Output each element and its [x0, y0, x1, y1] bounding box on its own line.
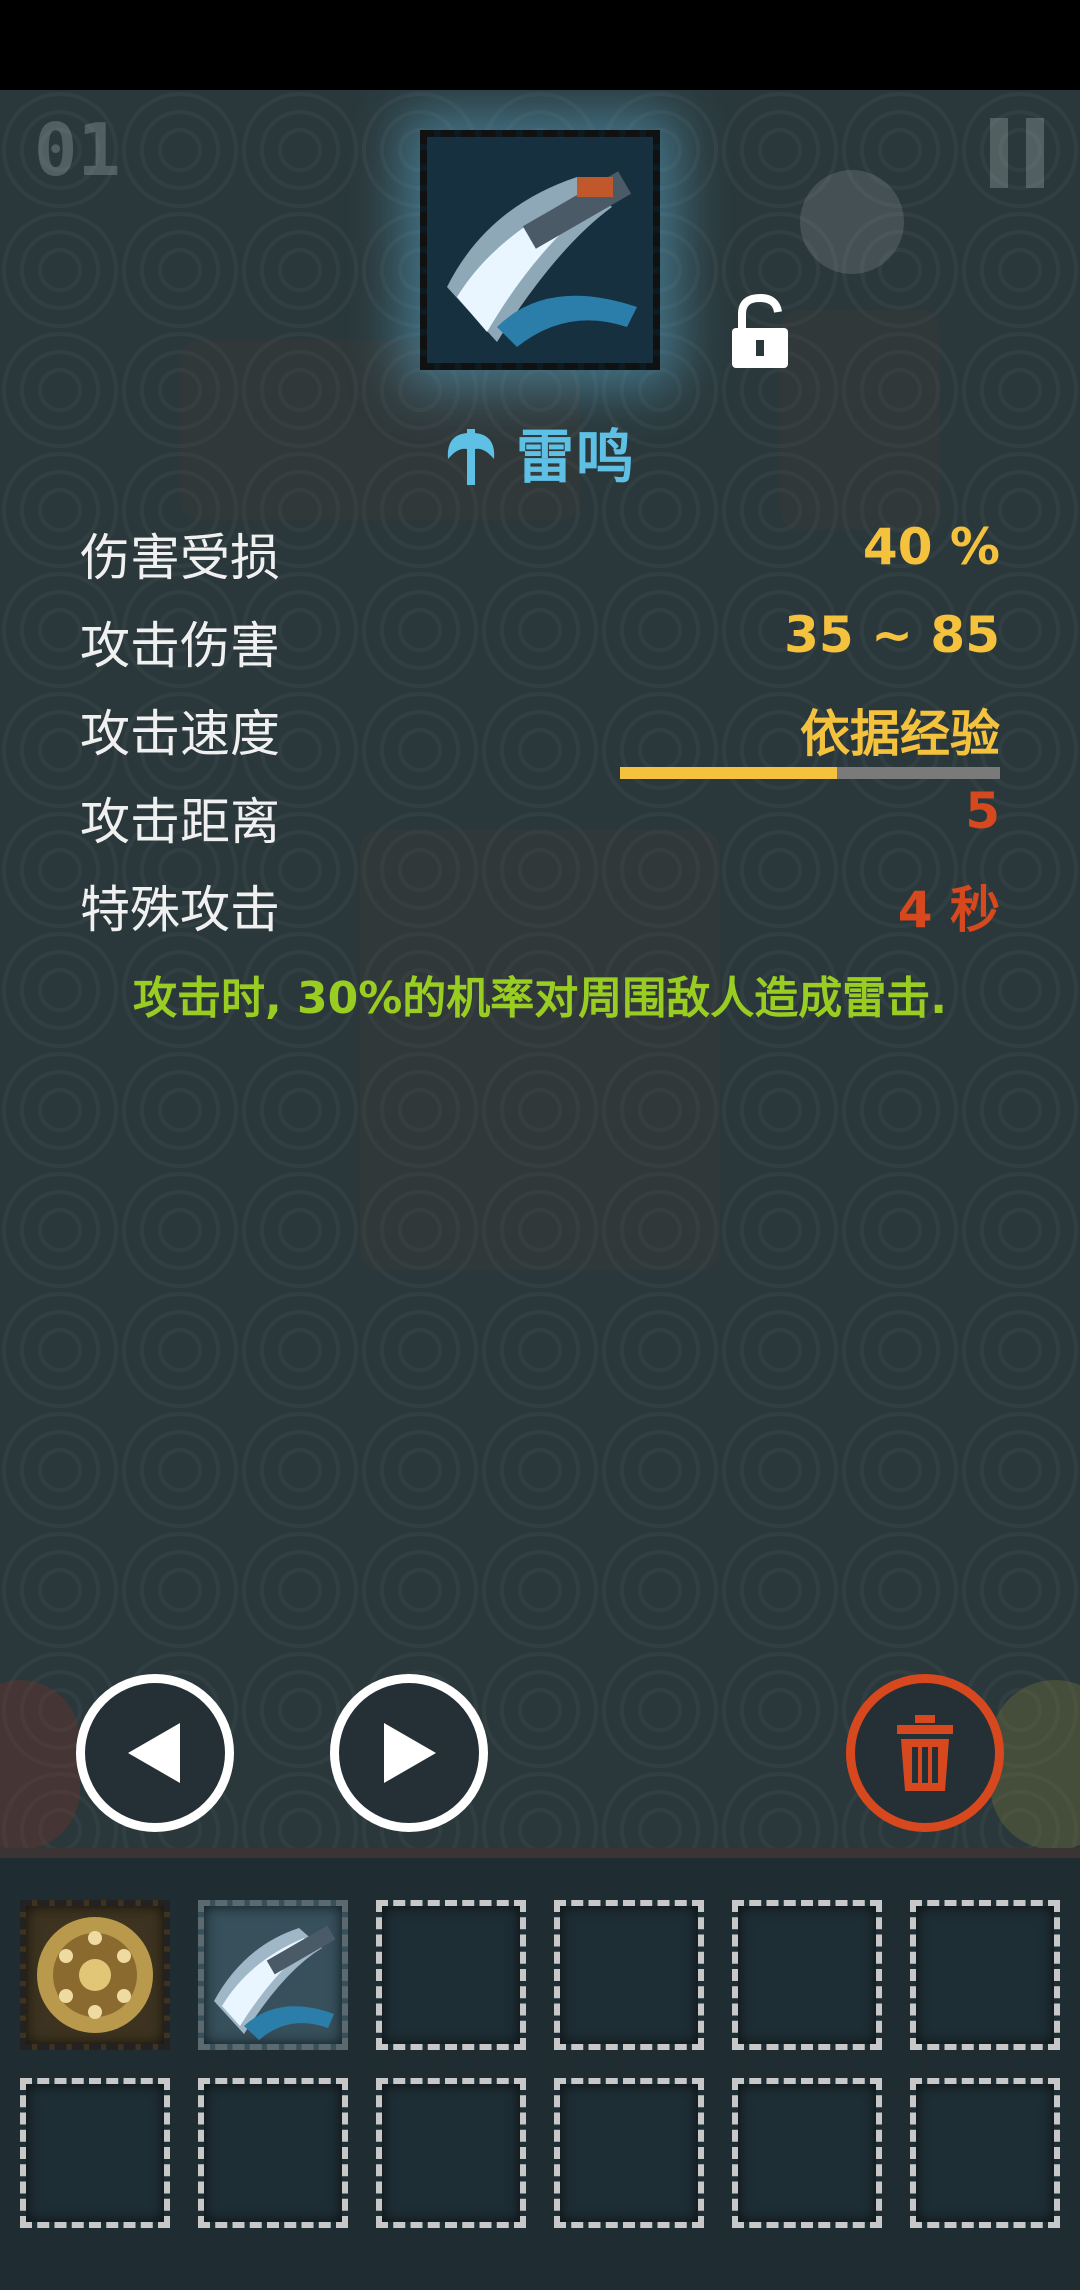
- delete-item-button[interactable]: [846, 1674, 1004, 1832]
- stat-value: 依据经验: [800, 705, 1000, 763]
- axe-item-icon: [214, 1925, 336, 2040]
- stat-label: 特殊攻击: [80, 881, 280, 939]
- stat-row-attack-damage: 攻击伤害 35 ~ 85: [80, 606, 1000, 676]
- stat-label: 攻击距离: [80, 793, 280, 851]
- inventory-slot-11[interactable]: [732, 2078, 882, 2228]
- game-area: 01 雷鸣 伤害受损 40 % 攻击伤害 35 ~ 85 攻击速度 依据经验 攻…: [0, 90, 1080, 1870]
- pause-button[interactable]: [990, 118, 1044, 188]
- inventory-slot-2[interactable]: [198, 1900, 348, 2050]
- stat-row-special-attack: 特殊攻击 4 秒: [80, 870, 1000, 940]
- item-name-row: 雷鸣: [0, 410, 1080, 494]
- inventory-slot-10[interactable]: [554, 2078, 704, 2228]
- triangle-right-icon: [384, 1723, 436, 1783]
- attack-speed-progress: [620, 767, 1000, 779]
- item-description: 攻击时, 30%的机率对周围敌人造成雷击.: [132, 973, 948, 1024]
- left-skill-icon[interactable]: [0, 1680, 80, 1850]
- stat-value: 40 %: [862, 518, 1000, 576]
- axe-icon: [427, 137, 653, 363]
- unlock-icon[interactable]: [728, 292, 792, 370]
- inventory-slot-1[interactable]: [20, 1900, 170, 2050]
- stat-row-attack-speed: 攻击速度 依据经验: [80, 694, 1000, 764]
- lightning-skill-icon[interactable]: [990, 1680, 1080, 1850]
- axe-type-icon: [447, 429, 495, 485]
- stat-label: 伤害受损: [80, 529, 280, 587]
- inventory-slot-12[interactable]: [910, 2078, 1060, 2228]
- trash-icon: [897, 1715, 953, 1791]
- stat-row-damage-taken: 伤害受损 40 %: [80, 518, 1000, 588]
- inventory-slot-6[interactable]: [910, 1900, 1060, 2050]
- wave-counter: 01: [34, 108, 121, 192]
- stat-label: 攻击伤害: [80, 617, 280, 675]
- status-bar: [0, 0, 1080, 90]
- stat-label: 攻击速度: [80, 705, 280, 763]
- inventory-slot-9[interactable]: [376, 2078, 526, 2228]
- inventory-slot-4[interactable]: [554, 1900, 704, 2050]
- item-name: 雷鸣: [515, 423, 636, 491]
- triangle-left-icon: [128, 1723, 180, 1783]
- bag-icon[interactable]: [800, 170, 904, 274]
- inventory-slot-5[interactable]: [732, 1900, 882, 2050]
- item-preview: [420, 130, 660, 370]
- previous-item-button[interactable]: [76, 1674, 234, 1832]
- next-item-button[interactable]: [330, 1674, 488, 1832]
- attack-speed-progress-fill: [620, 767, 837, 779]
- shield-item-icon: [37, 1917, 153, 2033]
- inventory-slot-7[interactable]: [20, 2078, 170, 2228]
- inventory-slot-3[interactable]: [376, 1900, 526, 2050]
- stat-value: 5: [965, 782, 1000, 840]
- stat-row-attack-range: 攻击距离 5: [80, 782, 1000, 852]
- inventory-slot-8[interactable]: [198, 2078, 348, 2228]
- stat-value: 35 ~ 85: [784, 606, 1000, 664]
- stat-value: 4 秒: [897, 881, 1000, 939]
- inventory-panel: [0, 1848, 1080, 2290]
